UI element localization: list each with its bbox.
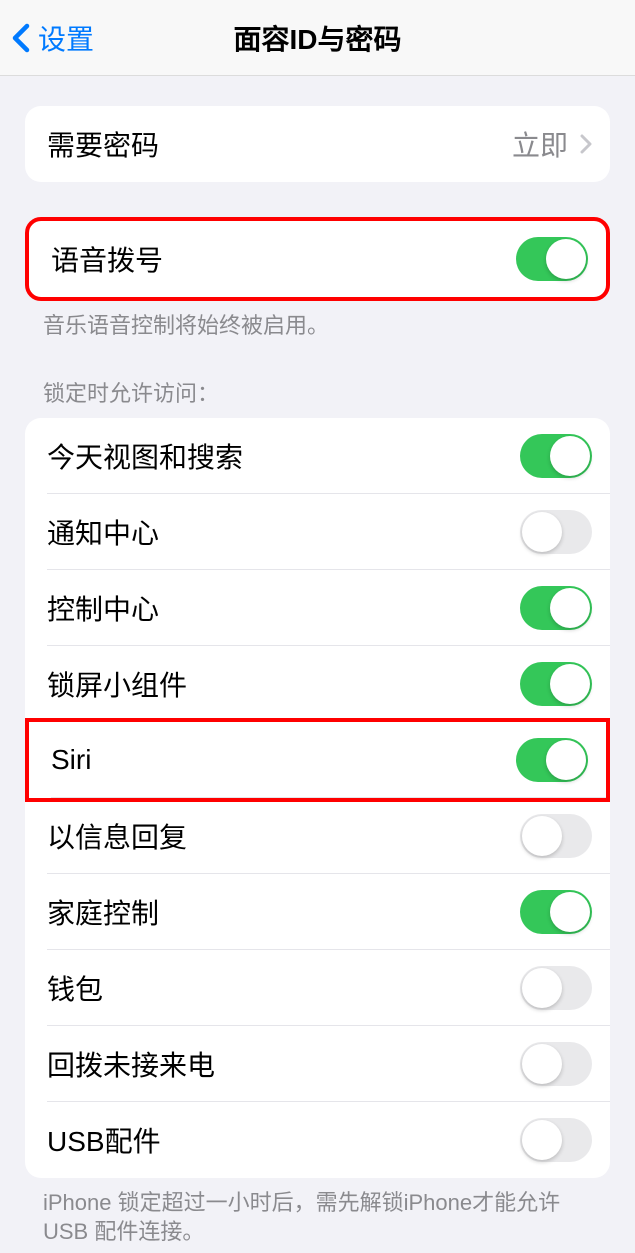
lock-item-toggle[interactable] xyxy=(520,434,592,478)
lock-item-label: 今天视图和搜索 xyxy=(47,436,243,476)
lock-item-label: 通知中心 xyxy=(47,512,159,552)
lock-item-label: 锁屏小组件 xyxy=(47,664,187,704)
voice-dial-label: 语音拨号 xyxy=(51,239,163,279)
lock-item-toggle[interactable] xyxy=(520,966,592,1010)
lock-item-toggle[interactable] xyxy=(520,1042,592,1086)
lock-item-label: 家庭控制 xyxy=(47,892,159,932)
lock-item-row: 以信息回复 xyxy=(25,798,610,874)
voice-dial-toggle[interactable] xyxy=(516,237,588,281)
lock-item-label: 回拨未接来电 xyxy=(47,1044,215,1084)
chevron-right-icon xyxy=(580,134,592,154)
lock-item-label: 以信息回复 xyxy=(47,816,187,856)
toggle-knob xyxy=(550,664,590,704)
back-label: 设置 xyxy=(38,18,94,58)
lock-item-toggle[interactable] xyxy=(520,510,592,554)
require-passcode-value-wrap: 立即 xyxy=(512,124,592,164)
toggle-knob xyxy=(522,1044,562,1084)
require-passcode-value: 立即 xyxy=(512,124,568,164)
lock-item-row: 通知中心 xyxy=(25,494,610,570)
chevron-left-icon xyxy=(12,23,30,53)
lock-item-label: 控制中心 xyxy=(47,588,159,628)
back-button[interactable]: 设置 xyxy=(12,18,94,58)
toggle-knob xyxy=(522,512,562,552)
toggle-knob xyxy=(550,892,590,932)
voice-dial-group: 语音拨号 xyxy=(25,217,610,301)
lock-item-row: 今天视图和搜索 xyxy=(25,418,610,494)
toggle-knob xyxy=(522,816,562,856)
lock-access-header: 锁定时允许访问： xyxy=(25,376,610,418)
require-passcode-row[interactable]: 需要密码 立即 xyxy=(25,106,610,182)
toggle-knob xyxy=(522,968,562,1008)
lock-item-row: 回拨未接来电 xyxy=(25,1026,610,1102)
passcode-group: 需要密码 立即 xyxy=(25,106,610,182)
lock-item-toggle[interactable] xyxy=(520,814,592,858)
lock-item-label: Siri xyxy=(51,744,91,776)
lock-item-toggle[interactable] xyxy=(520,890,592,934)
toggle-knob xyxy=(550,436,590,476)
voice-dial-row: 语音拨号 xyxy=(29,221,606,297)
lock-item-row: 锁屏小组件 xyxy=(25,646,610,722)
lock-item-toggle[interactable] xyxy=(516,738,588,782)
navigation-bar: 设置 面容ID与密码 xyxy=(0,0,635,76)
lock-item-row: USB配件 xyxy=(25,1102,610,1178)
usb-footer: iPhone 锁定超过一小时后，需先解锁iPhone才能允许 USB 配件连接。 xyxy=(25,1178,610,1247)
lock-item-toggle[interactable] xyxy=(520,586,592,630)
lock-access-group: 今天视图和搜索通知中心控制中心锁屏小组件 Siri 以信息回复家庭控制钱包回拨未接来… xyxy=(25,418,610,1178)
lock-item-row: 钱包 xyxy=(25,950,610,1026)
lock-item-toggle[interactable] xyxy=(520,1118,592,1162)
lock-item-row: 家庭控制 xyxy=(25,874,610,950)
toggle-knob xyxy=(546,239,586,279)
lock-item-row: 控制中心 xyxy=(25,570,610,646)
page-title: 面容ID与密码 xyxy=(233,18,401,58)
lock-item-label: 钱包 xyxy=(47,968,103,1008)
toggle-knob xyxy=(522,1120,562,1160)
require-passcode-label: 需要密码 xyxy=(47,124,159,164)
toggle-knob xyxy=(546,740,586,780)
lock-item-label: USB配件 xyxy=(47,1120,161,1160)
toggle-knob xyxy=(550,588,590,628)
lock-item-row: Siri xyxy=(25,718,610,802)
voice-dial-footer: 音乐语音控制将始终被启用。 xyxy=(25,301,610,341)
lock-item-toggle[interactable] xyxy=(520,662,592,706)
